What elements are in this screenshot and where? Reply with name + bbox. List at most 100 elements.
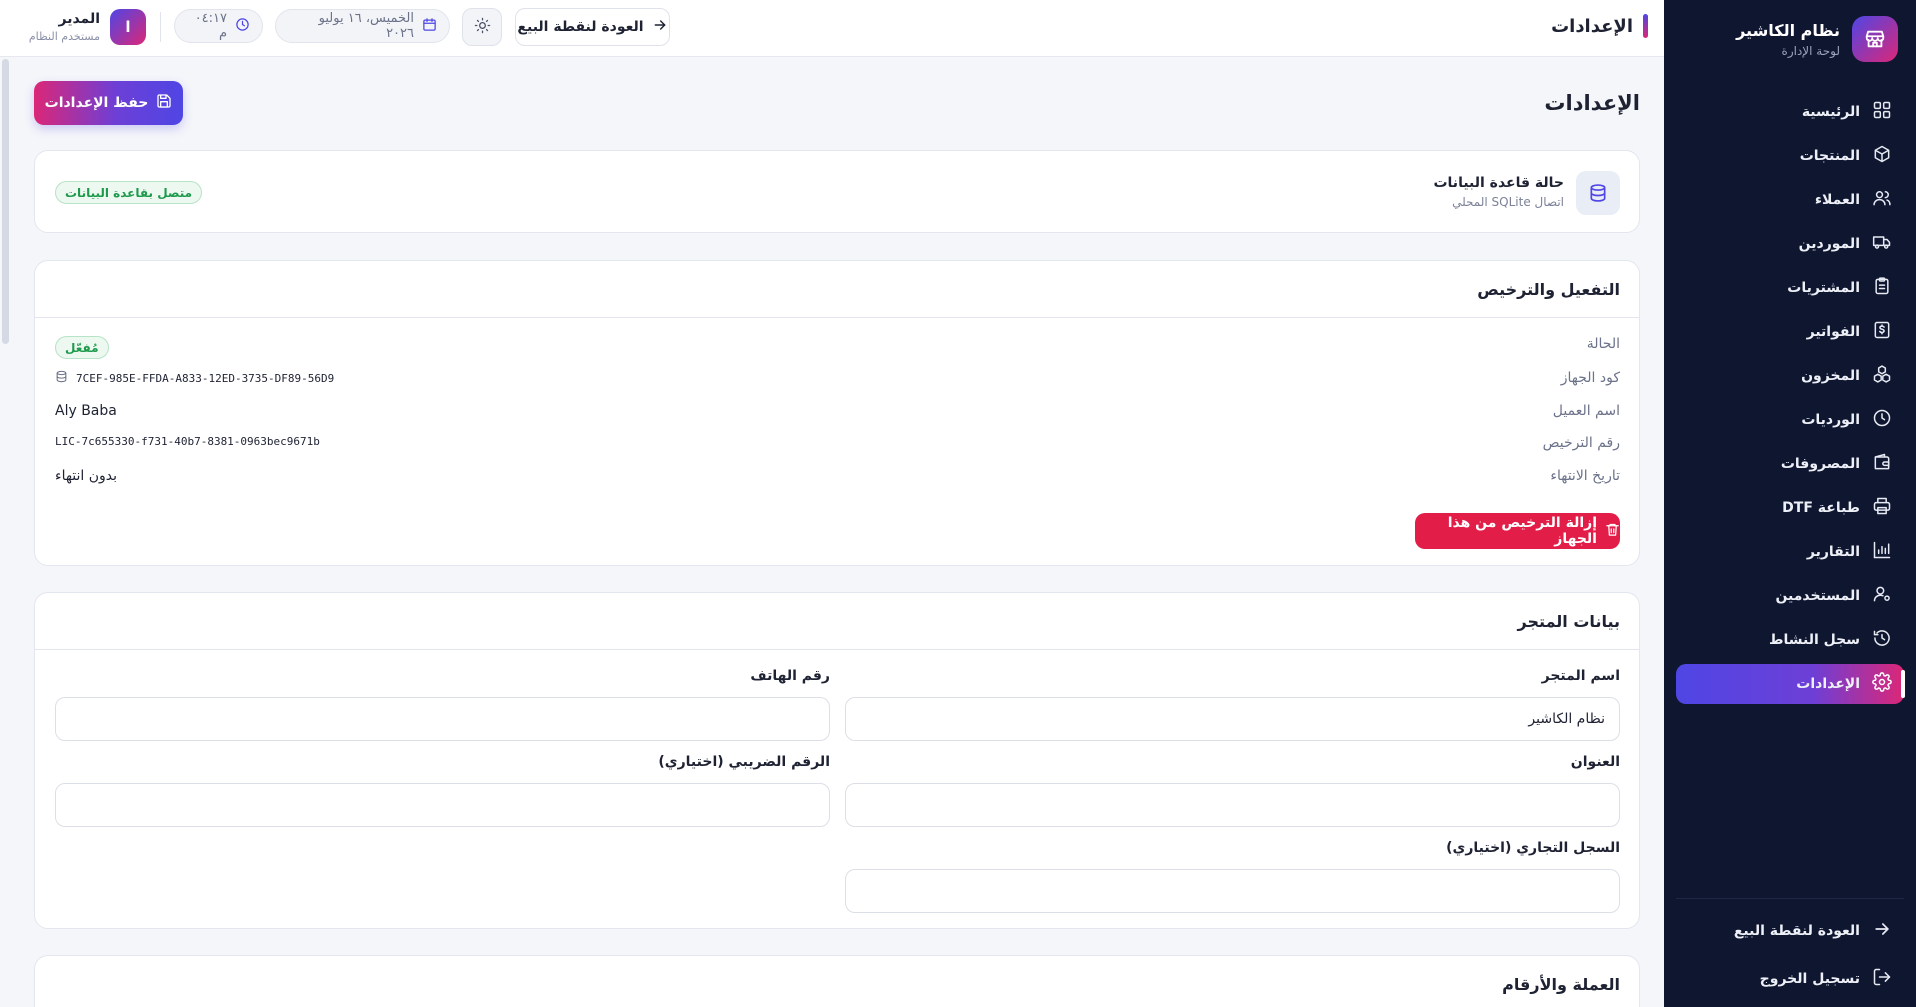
- status-badge: مُفعّل: [55, 336, 109, 359]
- truck-icon: [1872, 232, 1892, 256]
- page-header: الإعدادات حفظ الإعدادات: [34, 81, 1640, 125]
- remove-license-label: إزالة الترخيص من هذا الجهاز: [1447, 515, 1597, 547]
- avatar: ا: [110, 9, 146, 45]
- topbar: الإعدادات العودة لنقطة البيع الخميس، ١٦ …: [0, 0, 1664, 57]
- license-card-header: التفعيل والترخيص: [35, 261, 1639, 318]
- time-text: ٠٤:١٧ م: [194, 11, 227, 41]
- sidebar-item-invoices[interactable]: الفواتير: [1676, 312, 1904, 352]
- tax-number-input[interactable]: [55, 783, 830, 827]
- remove-license-button[interactable]: إزالة الترخيص من هذا الجهاز: [1415, 513, 1620, 549]
- boxes-icon: [1872, 364, 1892, 388]
- device-code-label: كود الجهاز: [1560, 370, 1620, 386]
- store-card-title: بيانات المتجر: [1517, 612, 1620, 631]
- tax-number-label: الرقم الضريبي (اختياري): [658, 754, 830, 770]
- sidebar-item-label: طباعة DTF: [1782, 500, 1860, 516]
- store-name-input[interactable]: [845, 697, 1620, 741]
- phone-field: رقم الهاتف: [55, 668, 830, 741]
- commercial-register-label: السجل التجاري (اختياري): [1446, 840, 1620, 856]
- sidebar-item-label: سجل النشاط: [1768, 632, 1860, 648]
- trash-icon: [1605, 522, 1620, 541]
- sidebar-item-label: المشتريات: [1787, 280, 1860, 296]
- sidebar-item-label: الفواتير: [1806, 324, 1860, 340]
- tax-number-field: الرقم الضريبي (اختياري): [55, 754, 830, 827]
- sidebar-item-suppliers[interactable]: الموردين: [1676, 224, 1904, 264]
- theme-toggle-button[interactable]: [462, 8, 502, 46]
- database-subtitle: اتصال SQLite المحلي: [1452, 195, 1564, 209]
- sidebar-nav: الرئيسية المنتجات العملاء الموردين المشت…: [1676, 92, 1905, 708]
- save-settings-button[interactable]: حفظ الإعدادات: [34, 81, 183, 125]
- device-code-value: 7CEF-985E-FFDA-A833-12ED-3735-DF89-56D9: [76, 372, 335, 385]
- commercial-register-input[interactable]: [845, 869, 1620, 913]
- sidebar-item-home[interactable]: الرئيسية: [1676, 92, 1904, 132]
- main-content: الإعدادات حفظ الإعدادات حالة قاعدة البيا…: [0, 57, 1664, 1007]
- receipt-icon: [1872, 320, 1892, 344]
- store-info-card: بيانات المتجر اسم المتجر رقم الهاتف العن…: [34, 592, 1640, 929]
- phone-input[interactable]: [55, 697, 830, 741]
- date-pill: الخميس، ١٦ يوليو ٢٠٢٦: [275, 9, 450, 43]
- arrow-right-icon: [652, 17, 668, 37]
- store-name-field: اسم المتجر: [845, 668, 1620, 741]
- sidebar-item-label: تسجيل الخروج: [1759, 971, 1860, 987]
- database-icon: [55, 370, 68, 387]
- user-menu[interactable]: ا المدير مستخدم النظام: [22, 8, 146, 46]
- sidebar-item-label: الإعدادات: [1796, 676, 1860, 692]
- sidebar: نظام الكاشير لوحة الإدارة الرئيسية المنت…: [1664, 0, 1916, 1007]
- accent-bar: [1643, 14, 1648, 38]
- logout-icon: [1872, 967, 1892, 991]
- database-status-card: حالة قاعدة البيانات اتصال SQLite المحلي …: [34, 150, 1640, 233]
- store-icon: [1852, 16, 1898, 62]
- clock-icon: [235, 17, 250, 36]
- phone-label: رقم الهاتف: [750, 668, 830, 684]
- sidebar-item-reports[interactable]: التقارير: [1676, 532, 1904, 572]
- commercial-register-field: السجل التجاري (اختياري): [845, 840, 1620, 913]
- customer-name-value: Aly Baba: [55, 403, 117, 419]
- box-icon: [1872, 144, 1892, 168]
- brand: نظام الكاشير لوحة الإدارة: [1682, 16, 1898, 62]
- sidebar-item-settings[interactable]: الإعدادات: [1676, 664, 1905, 704]
- sidebar-back-to-pos[interactable]: العودة لنقطة البيع: [1676, 911, 1904, 951]
- license-row-expiry: تاريخ الانتهاء بدون انتهاء: [55, 465, 1620, 489]
- bar-chart-icon: [1872, 540, 1892, 564]
- license-number-label: رقم الترخيص: [1542, 435, 1620, 451]
- license-row-number: رقم الترخيص LIC-7c655330-f731-40b7-8381-…: [55, 432, 1620, 456]
- sidebar-item-customers[interactable]: العملاء: [1676, 180, 1904, 220]
- expiry-value: بدون انتهاء: [55, 468, 118, 484]
- users-icon: [1872, 188, 1892, 212]
- time-pill: ٠٤:١٧ م: [174, 9, 263, 43]
- currency-card-header: العملة والأرقام: [35, 956, 1639, 1007]
- sidebar-item-label: المخزون: [1801, 368, 1860, 384]
- expiry-label: تاريخ الانتهاء: [1550, 468, 1620, 484]
- sidebar-item-label: التقارير: [1806, 544, 1860, 560]
- status-badge: متصل بقاعدة البيانات: [55, 181, 203, 204]
- grid-icon: [1872, 100, 1892, 124]
- sidebar-footer: العودة لنقطة البيع تسجيل الخروج: [1676, 898, 1904, 1007]
- wallet-icon: [1872, 452, 1892, 476]
- scrollbar-thumb[interactable]: [2, 59, 9, 344]
- sidebar-item-dtf-print[interactable]: طباعة DTF: [1676, 488, 1904, 528]
- brand-name: نظام الكاشير: [1736, 20, 1840, 40]
- address-input[interactable]: [845, 783, 1620, 827]
- status-label: الحالة: [1586, 336, 1620, 352]
- topbar-title: الإعدادات: [1551, 14, 1648, 38]
- sidebar-item-shifts[interactable]: الورديات: [1676, 400, 1904, 440]
- brand-subtitle: لوحة الإدارة: [1781, 43, 1840, 58]
- sidebar-item-purchases[interactable]: المشتريات: [1676, 268, 1904, 308]
- back-to-pos-label: العودة لنقطة البيع: [517, 19, 644, 35]
- topbar-title-text: الإعدادات: [1551, 15, 1633, 37]
- sidebar-item-products[interactable]: المنتجات: [1676, 136, 1904, 176]
- sidebar-logout[interactable]: تسجيل الخروج: [1676, 959, 1904, 999]
- currency-card: العملة والأرقام: [34, 955, 1640, 1007]
- back-to-pos-button[interactable]: العودة لنقطة البيع: [515, 8, 670, 46]
- sidebar-item-users[interactable]: المستخدمين: [1676, 576, 1904, 616]
- printer-icon: [1872, 496, 1892, 520]
- sidebar-item-expenses[interactable]: المصروفات: [1676, 444, 1904, 484]
- sidebar-item-label: العودة لنقطة البيع: [1733, 923, 1860, 939]
- sidebar-item-activity-log[interactable]: سجل النشاط: [1676, 620, 1904, 660]
- sidebar-item-inventory[interactable]: المخزون: [1676, 356, 1904, 396]
- store-card-header: بيانات المتجر: [35, 593, 1639, 650]
- address-field: العنوان: [845, 754, 1620, 827]
- license-row-device-code: كود الجهاز 7CEF-985E-FFDA-A833-12ED-3735…: [55, 367, 1620, 391]
- history-icon: [1872, 628, 1892, 652]
- address-label: العنوان: [1570, 754, 1620, 770]
- sidebar-item-label: العملاء: [1814, 192, 1860, 208]
